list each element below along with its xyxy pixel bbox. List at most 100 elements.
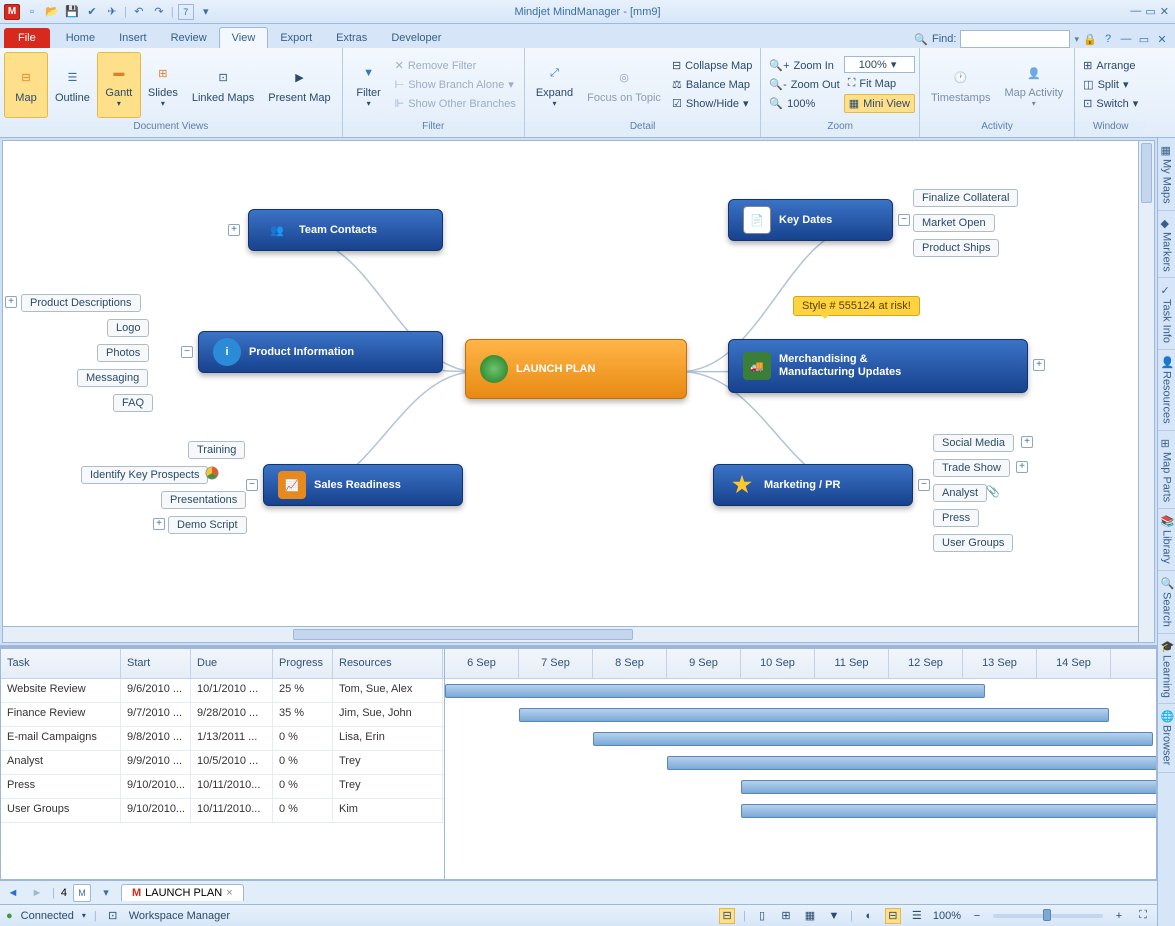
doc-tab[interactable]: M LAUNCH PLAN × (121, 884, 244, 901)
node-team[interactable]: 👥Team Contacts (248, 209, 443, 251)
workspace-icon[interactable]: ⊡ (105, 908, 121, 924)
sub-item[interactable]: Trade Show (933, 459, 1010, 477)
linked-maps-button[interactable]: ⊡Linked Maps (185, 52, 261, 118)
expand-toggle[interactable]: + (1033, 359, 1045, 371)
expand-toggle[interactable]: + (1016, 461, 1028, 473)
node-merch[interactable]: 🚚 Merchandising &Manufacturing Updates (728, 339, 1028, 393)
zoom-in-icon[interactable]: + (1111, 908, 1127, 924)
collapse-button[interactable]: ⊟Collapse Map (668, 57, 756, 74)
switch-button[interactable]: ⊡Switch ▾ (1079, 95, 1142, 112)
dropdown-icon[interactable]: ▾ (97, 884, 115, 902)
minimize-icon[interactable]: — (1130, 5, 1141, 18)
tab-developer[interactable]: Developer (379, 28, 453, 48)
table-row[interactable]: Finance Review9/7/2010 ...9/28/2010 ...3… (1, 703, 444, 727)
new-icon[interactable]: ▫ (24, 4, 40, 20)
split-button[interactable]: ◫Split ▾ (1079, 76, 1142, 93)
show-branch-button[interactable]: ⊢Show Branch Alone ▾ (391, 76, 520, 93)
balance-button[interactable]: ⚖Balance Map (668, 76, 756, 93)
zoomin-button[interactable]: 🔍+Zoom In (765, 57, 843, 74)
sub-item[interactable]: Identify Key Prospects (81, 466, 208, 484)
map-marker-icon[interactable]: 🔒 (1083, 32, 1097, 46)
view-mode-icon[interactable]: ⊟ (719, 908, 735, 924)
doc-min-icon[interactable]: — (1119, 32, 1133, 46)
tab-home[interactable]: Home (54, 28, 107, 48)
side-browser[interactable]: 🌐Browser (1158, 704, 1175, 772)
help-icon[interactable]: ? (1101, 32, 1115, 46)
close-icon[interactable]: ✕ (1160, 5, 1169, 18)
expand-toggle[interactable]: − (246, 479, 258, 491)
node-keydates[interactable]: 📄Key Dates (728, 199, 893, 241)
miniview-button[interactable]: ▦Mini View (844, 94, 915, 113)
zoom100-button[interactable]: 🔍100% (765, 95, 843, 112)
gantt-button[interactable]: ▬Gantt▾ (97, 52, 141, 118)
send-icon[interactable]: ✈ (104, 4, 120, 20)
col-task[interactable]: Task (1, 649, 121, 678)
side-mymaps[interactable]: ▦My Maps (1158, 138, 1175, 211)
sub-item[interactable]: Market Open (913, 214, 995, 232)
focus-button[interactable]: ◎Focus on Topic (580, 52, 668, 118)
doc-icon[interactable]: M (73, 884, 91, 902)
qat-dropdown-icon[interactable]: ▾ (198, 4, 214, 20)
tab-insert[interactable]: Insert (107, 28, 159, 48)
node-info[interactable]: iProduct Information (198, 331, 443, 373)
sub-item[interactable]: Demo Script (168, 516, 247, 534)
expand-toggle[interactable]: + (153, 518, 165, 530)
show-other-button[interactable]: ⊩Show Other Branches (391, 95, 520, 112)
filter-button[interactable]: ▼Filter▾ (347, 52, 391, 118)
sb-icon[interactable]: ⊟ (885, 908, 901, 924)
slides-button[interactable]: ⊞Slides▾ (141, 52, 185, 118)
workspace-label[interactable]: Workspace Manager (129, 910, 230, 922)
zoom-pct[interactable]: 100% ▾ (844, 56, 915, 73)
open-icon[interactable]: 📂 (44, 4, 60, 20)
side-mapparts[interactable]: ⊞Map Parts (1158, 431, 1175, 509)
node-center[interactable]: LAUNCH PLAN (465, 339, 687, 399)
expand-toggle[interactable]: − (181, 346, 193, 358)
hscrollbar[interactable] (3, 626, 1138, 642)
side-learning[interactable]: 🎓Learning (1158, 634, 1175, 705)
sub-item[interactable]: FAQ (113, 394, 153, 412)
table-row[interactable]: User Groups9/10/2010...10/11/2010...0 %K… (1, 799, 444, 823)
fit-icon[interactable]: ⛶ (1135, 908, 1151, 924)
zoom-out-icon[interactable]: − (969, 908, 985, 924)
nav-back-icon[interactable]: ◄ (4, 884, 22, 902)
side-taskinfo[interactable]: ✓Task Info (1158, 278, 1175, 350)
callout[interactable]: Style # 555124 at risk! (793, 296, 920, 316)
sub-item[interactable]: Finalize Collateral (913, 189, 1018, 207)
sb-icon[interactable]: ▦ (802, 908, 818, 924)
sub-item[interactable]: Product Ships (913, 239, 999, 257)
expand-toggle[interactable]: + (5, 296, 17, 308)
timestamps-button[interactable]: 🕐Timestamps (924, 52, 998, 118)
tab-review[interactable]: Review (159, 28, 219, 48)
sub-item[interactable]: User Groups (933, 534, 1013, 552)
sub-item[interactable]: Training (188, 441, 245, 459)
sub-item[interactable]: Logo (107, 319, 149, 337)
side-resources[interactable]: 👤Resources (1158, 350, 1175, 431)
sb-icon[interactable]: ◐ (861, 908, 877, 924)
sb-icon[interactable]: ☰ (909, 908, 925, 924)
col-due[interactable]: Due (191, 649, 273, 678)
expand-button[interactable]: ⤢Expand▾ (529, 52, 580, 118)
zoom-slider[interactable] (993, 914, 1103, 918)
remove-filter-button[interactable]: ✕Remove Filter (391, 57, 520, 74)
sb-filter-icon[interactable]: ▼ (826, 908, 842, 924)
vscrollbar[interactable] (1138, 141, 1154, 642)
expand-toggle[interactable]: − (918, 479, 930, 491)
sub-item[interactable]: Social Media (933, 434, 1014, 452)
fitmap-button[interactable]: ⛶Fit Map (844, 75, 915, 92)
showhide-button[interactable]: ☑Show/Hide ▾ (668, 95, 756, 112)
save-icon[interactable]: 💾 (64, 4, 80, 20)
sub-item[interactable]: Presentations (161, 491, 246, 509)
undo-icon[interactable]: ↶ (131, 4, 147, 20)
redo-icon[interactable]: ↷ (151, 4, 167, 20)
tab-view[interactable]: View (219, 27, 269, 48)
expand-toggle[interactable]: + (1021, 436, 1033, 448)
doc-close-icon[interactable]: ✕ (1155, 32, 1169, 46)
side-markers[interactable]: ◆Markers (1158, 211, 1175, 279)
table-row[interactable]: E-mail Campaigns9/8/2010 ...1/13/2011 ..… (1, 727, 444, 751)
sub-item[interactable]: Photos (97, 344, 149, 362)
expand-toggle[interactable]: + (228, 224, 240, 236)
sub-item[interactable]: Messaging (77, 369, 148, 387)
sub-item[interactable]: Analyst (933, 484, 987, 502)
level-icon[interactable]: 7 (178, 4, 194, 20)
mapactivity-button[interactable]: 👤Map Activity▾ (997, 52, 1070, 118)
